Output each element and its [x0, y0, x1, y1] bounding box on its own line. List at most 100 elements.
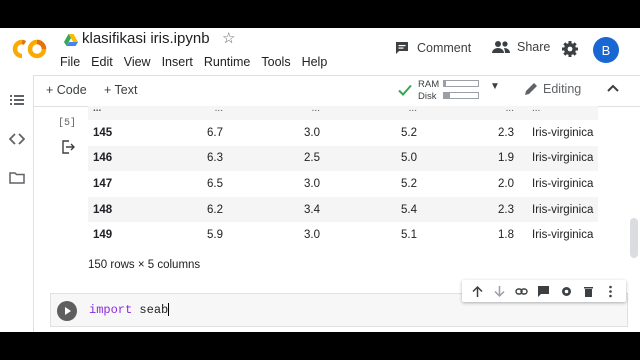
add-code-button[interactable]: + Code: [46, 83, 87, 97]
table-of-contents-icon[interactable]: [9, 92, 25, 108]
arrow-down-icon[interactable]: [493, 285, 506, 298]
row-index: 148: [93, 203, 113, 216]
table-row: 146 6.3 2.5 5.0 1.9 Iris-virginica: [88, 145, 598, 172]
play-icon: [65, 307, 71, 315]
cell-toolbar: [462, 280, 626, 302]
trash-icon[interactable]: [582, 285, 595, 298]
table-cell: ...: [311, 103, 320, 114]
disk-label: Disk: [418, 91, 437, 102]
code-keyword: import: [89, 303, 133, 317]
disk-meter: [443, 92, 479, 99]
table-cell: 2.3: [498, 126, 514, 139]
ram-label: RAM: [418, 79, 440, 90]
pencil-icon: [525, 83, 537, 95]
table-cell: ...: [532, 103, 541, 114]
row-index: 145: [93, 126, 113, 139]
check-icon: [398, 84, 412, 96]
row-index: 149: [93, 229, 113, 242]
chevron-down-icon[interactable]: ▼: [490, 81, 500, 92]
more-vert-icon[interactable]: [604, 285, 617, 298]
table-cell: 5.2: [401, 126, 417, 139]
table-cell: ...: [408, 103, 417, 114]
editing-label: Editing: [543, 82, 582, 96]
table-cell: 1.8: [498, 229, 514, 242]
colab-window: klasifikasi iris.ipynb ☆ File Edit View …: [0, 28, 640, 332]
menu-runtime[interactable]: Runtime: [204, 55, 251, 69]
table-row: 148 6.2 3.4 5.4 2.3 Iris-virginica: [88, 196, 598, 223]
comment-icon[interactable]: [537, 285, 550, 298]
menu-help[interactable]: Help: [302, 55, 328, 69]
menu-view[interactable]: View: [124, 55, 151, 69]
share-label: Share: [517, 40, 551, 54]
comment-button[interactable]: Comment: [394, 40, 471, 56]
star-icon[interactable]: ☆: [222, 29, 235, 47]
table-cell: ...: [214, 103, 223, 114]
output-actions-icon[interactable]: [61, 140, 75, 154]
table-cell: 6.5: [207, 177, 223, 190]
table-cell: 1.9: [498, 152, 514, 165]
resource-meters[interactable]: [443, 80, 479, 104]
execution-count: [5]: [58, 118, 77, 129]
left-rail: [0, 75, 34, 332]
table-cell: 5.2: [401, 177, 417, 190]
notebook-title[interactable]: klasifikasi iris.ipynb: [82, 30, 210, 47]
drive-icon[interactable]: [64, 34, 78, 46]
table-cell: 6.3: [207, 152, 223, 165]
code-editor[interactable]: import seab: [89, 303, 170, 317]
menu-edit[interactable]: Edit: [91, 55, 113, 69]
table-cell: 5.0: [401, 152, 417, 165]
ram-meter: [443, 80, 479, 87]
colab-logo-icon[interactable]: [12, 38, 48, 60]
table-cell: 6.2: [207, 203, 223, 216]
table-cell: 3.0: [304, 126, 320, 139]
link-icon[interactable]: [515, 285, 528, 298]
add-text-button[interactable]: + Text: [104, 83, 137, 97]
table-cell: 3.4: [304, 203, 320, 216]
table-cell: 2.5: [304, 152, 320, 165]
table-cell: Iris-virginica: [532, 203, 594, 216]
folder-icon[interactable]: [9, 170, 25, 186]
table-cell: 6.7: [207, 126, 223, 139]
table-cell: Iris-virginica: [532, 177, 594, 190]
scrollbar[interactable]: [630, 218, 638, 258]
gear-icon[interactable]: [561, 40, 579, 58]
chevron-up-icon[interactable]: [606, 81, 620, 98]
share-button[interactable]: Share: [492, 40, 550, 54]
dataframe-table: ... ... ... ... ... ... 145 6.7 3.0 5.2 …: [88, 103, 598, 248]
notebook-toolbar: + Code + Text RAM Disk ▼ Editing: [34, 75, 640, 107]
menu-insert[interactable]: Insert: [162, 55, 193, 69]
table-cell: ...: [93, 103, 102, 114]
table-cell: Iris-virginica: [532, 152, 594, 165]
arrow-up-icon[interactable]: [471, 285, 484, 298]
table-cell: 5.4: [401, 203, 417, 216]
table-row: 145 6.7 3.0 5.2 2.3 Iris-virginica: [88, 120, 598, 146]
ram-meter-fill: [444, 81, 446, 86]
table-cell: 3.0: [304, 229, 320, 242]
gear-icon[interactable]: [560, 285, 573, 298]
table-cell: 3.0: [304, 177, 320, 190]
code-snippets-icon[interactable]: [9, 131, 25, 147]
table-cell: ...: [505, 103, 514, 114]
row-index: 147: [93, 177, 113, 190]
menu-tools[interactable]: Tools: [261, 55, 290, 69]
code-text: seab: [132, 303, 169, 317]
table-cell: 5.1: [401, 229, 417, 242]
menu-file[interactable]: File: [60, 55, 80, 69]
table-cell: 2.0: [498, 177, 514, 190]
ellipsis-row: ... ... ... ... ... ...: [88, 103, 598, 120]
row-index: 146: [93, 152, 113, 165]
avatar[interactable]: B: [593, 37, 619, 63]
text-cursor: [168, 303, 170, 317]
disk-meter-fill: [444, 93, 451, 98]
comment-icon: [396, 42, 408, 54]
menu-bar: File Edit View Insert Runtime Tools Help: [60, 55, 327, 69]
run-cell-button[interactable]: [57, 301, 77, 321]
editing-button[interactable]: Editing: [524, 82, 581, 96]
table-cell: Iris-virginica: [532, 229, 594, 242]
table-row: 149 5.9 3.0 5.1 1.8 Iris-virginica: [88, 222, 598, 248]
resource-labels: RAM Disk: [418, 79, 439, 103]
comment-label: Comment: [417, 41, 472, 55]
people-icon: [492, 41, 510, 53]
app-header: klasifikasi iris.ipynb ☆ File Edit View …: [0, 28, 640, 74]
table-row: 147 6.5 3.0 5.2 2.0 Iris-virginica: [88, 171, 598, 197]
